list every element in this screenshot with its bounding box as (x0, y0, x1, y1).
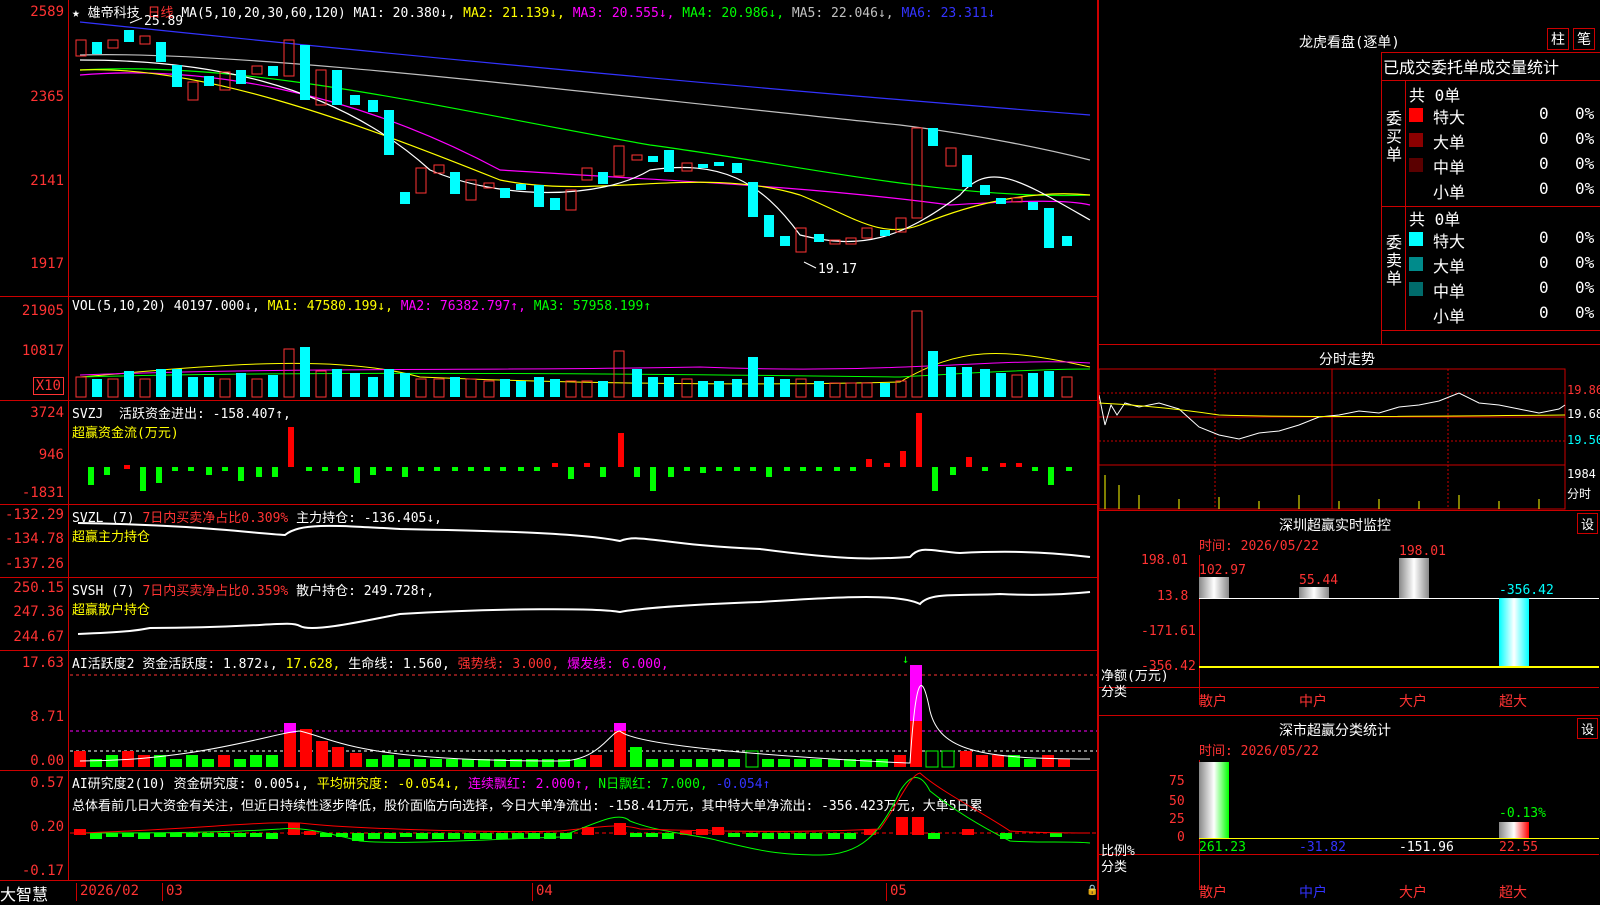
classify-tick: 75 (1169, 774, 1185, 789)
classify-cat: 散户 (1199, 885, 1227, 901)
monitor-tick: 13.8 (1157, 589, 1189, 604)
classify-panel[interactable]: 深市超赢分类统计 设 时间: 2026/05/22 75 50 25 0 比例%… (1099, 716, 1600, 901)
monitor-bar (1399, 558, 1429, 598)
ma2-line (79, 69, 1091, 231)
svzl-panel[interactable]: -132.29 -134.78 -137.26 SVZL (7) 7日内买卖净占… (0, 504, 1097, 578)
intraday-vol-tick: 1984 (1567, 467, 1596, 481)
sell-side-label: 委卖单 (1386, 233, 1403, 288)
monitor-bar (1299, 587, 1329, 598)
sell-total: 共 0单 (1409, 210, 1461, 229)
monitor-cat: 大户 (1399, 694, 1427, 710)
research-panel[interactable]: 0.57 0.20 -0.17 AI研究度2(10) 资金研究度: 0.005↓… (0, 770, 1097, 881)
candlestick-chart[interactable] (0, 0, 1097, 296)
monitor-cat: 中户 (1299, 694, 1327, 710)
dragon-title: 龙虎看盘(逐单) (1299, 35, 1400, 51)
monitor-bar-label: 198.01 (1399, 544, 1446, 559)
sell-row-m: 中单 0 0% (1407, 278, 1600, 303)
monitor-bar (1499, 598, 1529, 666)
intraday-chart (1099, 368, 1566, 510)
monitor-title: 深圳超赢实时监控 (1279, 518, 1391, 534)
svzl-chart (77, 522, 1091, 560)
buy-row-m: 中单 0 0% (1407, 154, 1600, 179)
dragon-panel: 龙虎看盘(逐单) 柱 笔 已成交委托单成交量统计 委买单 委卖单 共 0单 共 … (1099, 0, 1600, 344)
monitor-settings-button[interactable]: 设 (1577, 513, 1599, 534)
legend-swatch (1409, 282, 1423, 296)
classify-settings-button[interactable]: 设 (1577, 718, 1599, 739)
sell-row-l: 大单 0 0% (1407, 253, 1600, 278)
active-chart: ↓ (70, 652, 1097, 768)
timeline-bar: 大智慧 2026/02 03 04 05 🔒 (0, 880, 1098, 904)
volume-chart (75, 310, 1091, 398)
svsh-panel[interactable]: 250.15 247.36 244.67 SVSH (7) 7日内买卖净占比0.… (0, 577, 1097, 651)
active-panel[interactable]: 17.63 8.71 0.00 AI活跃度2 资金活跃度: 1.872↓, 17… (0, 650, 1097, 771)
ma5-line (79, 54, 1091, 161)
classify-cat: 超大 (1499, 885, 1527, 901)
intraday-panel[interactable]: 分时走势 19.86 19.68 19.50 1984 分时 (1099, 345, 1600, 510)
monitor-xlabel: 分类 (1101, 685, 1128, 700)
classify-bar (1499, 822, 1529, 838)
monitor-bar-label: -356.42 (1499, 583, 1554, 598)
classify-pct: -0.13% (1499, 806, 1546, 821)
classify-tick: 25 (1169, 812, 1185, 827)
monitor-time: 时间: 2026/05/22 (1199, 539, 1319, 554)
monitor-cat: 散户 (1199, 694, 1227, 710)
monitor-bar-label: 55.44 (1299, 573, 1339, 588)
ma6-line (79, 21, 1091, 116)
intraday-vol-unit: 分时 (1567, 487, 1592, 501)
intraday-tick: 19.86 (1567, 383, 1600, 397)
timeline-label: 2026/02 (80, 883, 140, 899)
classify-cat: 中户 (1299, 885, 1327, 901)
classify-value: 261.23 (1199, 840, 1246, 855)
svzj-chart (88, 413, 1072, 491)
tick-mode-button[interactable]: 笔 (1573, 28, 1595, 50)
classify-title: 深市超赢分类统计 (1279, 723, 1391, 739)
sell-row-s: 小单 0 0% (1433, 303, 1595, 326)
classify-value: -31.82 (1299, 840, 1346, 855)
column-mode-button[interactable]: 柱 (1547, 28, 1569, 50)
ma3-line (79, 72, 1091, 206)
legend-swatch (1409, 257, 1423, 271)
monitor-tick: -171.61 (1141, 624, 1196, 639)
svzj-panel[interactable]: 3724 946 -1831 SVZJ 活跃资金进出: -158.407↑, 超… (0, 400, 1097, 505)
buy-total: 共 0单 (1409, 86, 1461, 105)
buy-row-s: 小单 0 0% (1433, 179, 1595, 202)
timeline-label: 03 (166, 883, 183, 899)
volume-panel[interactable]: 21905 10817 X10 VOL(5,10,20) 40197.000↓,… (0, 296, 1097, 401)
app-logo[interactable]: 大智慧 (0, 881, 48, 905)
monitor-tick: 198.01 (1141, 553, 1188, 568)
sell-rows: 特大 0 0% 大单 0 0% 中单 0 0% 小单 0 0% (1407, 228, 1600, 328)
intraday-tick: 19.50 (1567, 433, 1600, 447)
svsh-chart (77, 591, 1091, 635)
buy-row-xl: 特大 0 0% (1407, 104, 1600, 129)
classify-tick: 0 (1177, 830, 1185, 845)
stats-title: 已成交委托单成交量统计 (1383, 58, 1560, 77)
legend-swatch (1409, 232, 1423, 246)
sell-row-xl: 特大 0 0% (1407, 228, 1600, 253)
legend-swatch (1409, 158, 1423, 172)
classify-bar (1199, 762, 1229, 838)
monitor-bar (1199, 577, 1229, 598)
classify-xlabel: 分类 (1101, 860, 1128, 875)
monitor-cat: 超大 (1499, 694, 1527, 710)
buy-side-label: 委买单 (1386, 109, 1403, 164)
classify-value: -151.96 (1399, 840, 1454, 855)
timeline-label: 05 (890, 883, 907, 899)
classify-cat: 大户 (1399, 885, 1427, 901)
monitor-panel[interactable]: 深圳超赢实时监控 设 时间: 2026/05/22 198.01 13.8 -1… (1099, 511, 1600, 715)
ma1-line (79, 59, 1091, 243)
legend-swatch (1409, 108, 1423, 122)
intraday-tick: 19.68 (1567, 407, 1600, 421)
classify-time: 时间: 2026/05/22 (1199, 744, 1319, 759)
classify-tick: 50 (1169, 794, 1185, 809)
buy-rows: 特大 0 0% 大单 0 0% 中单 0 0% 小单 0 0% (1407, 104, 1600, 204)
legend-swatch (1409, 133, 1423, 147)
timeline-label: 04 (536, 883, 553, 899)
monitor-bar-label: 102.97 (1199, 563, 1246, 578)
research-chart (70, 772, 1097, 856)
buy-row-l: 大单 0 0% (1407, 129, 1600, 154)
svg-text:↓: ↓ (902, 652, 909, 666)
classify-value: 22.55 (1499, 840, 1539, 855)
price-panel[interactable]: 2589 2365 2141 1917 ★ 雄帝科技 日线 MA(5,10,20… (0, 0, 1097, 296)
candles (75, 30, 1072, 253)
